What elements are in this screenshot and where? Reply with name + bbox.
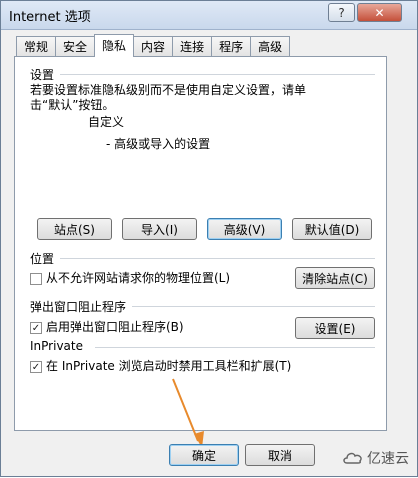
watermark: 亿速云 xyxy=(342,448,409,468)
cloud-logo-icon xyxy=(343,452,362,464)
tab-privacy[interactable]: 隐私 xyxy=(94,34,135,57)
cancel-button-label: 取消 xyxy=(267,448,292,463)
ok-button-label: 确定 xyxy=(191,448,216,463)
ok-button[interactable]: 确定 xyxy=(169,444,239,466)
cancel-button[interactable]: 取消 xyxy=(245,444,315,466)
pointer-arrow xyxy=(172,378,204,448)
internet-options-window: Internet 选项 ? ✕ 常规 安全 隐私 内容 连接 程序 高级 设置 … xyxy=(0,0,418,477)
watermark-text: 亿速云 xyxy=(367,451,409,467)
